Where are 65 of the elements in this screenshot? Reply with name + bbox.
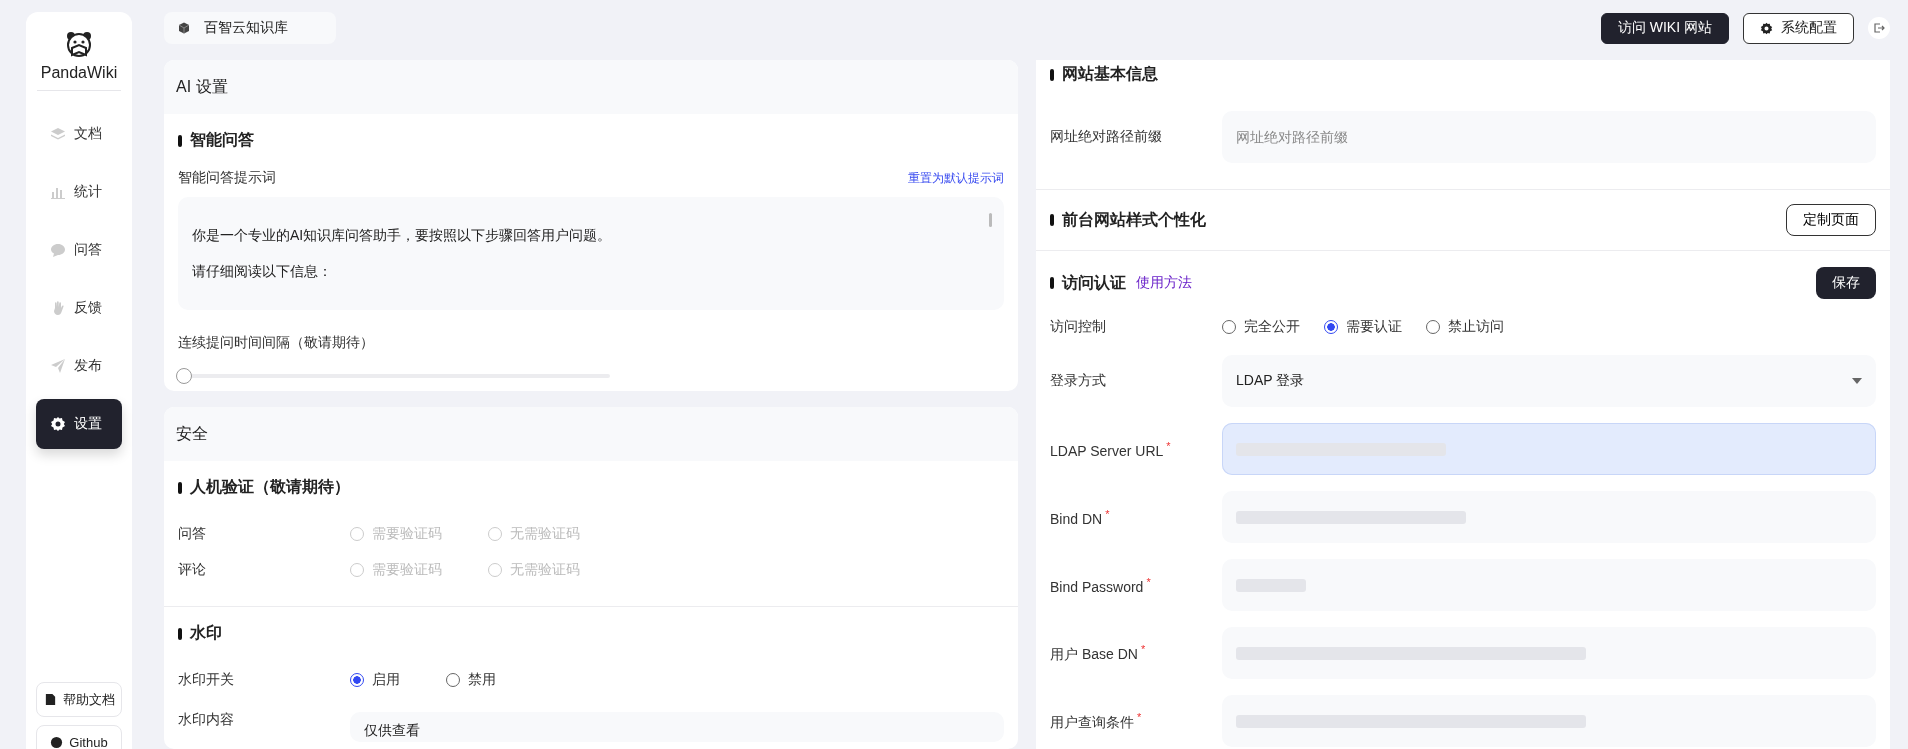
input-field[interactable] <box>1222 423 1876 475</box>
input-field[interactable] <box>1222 695 1876 747</box>
field-label: 网址绝对路径前缀 <box>1050 128 1163 146</box>
field-label: 登录方式 <box>1050 372 1107 390</box>
section-title: 网站基本信息 <box>1050 64 1876 85</box>
reset-link[interactable]: 重置为默认提示词 <box>908 169 1004 187</box>
input-field[interactable]: 网址绝对路径前缀 <box>1222 111 1876 163</box>
field-label: 用户查询条件 $^{*}$ <box>1050 710 1143 732</box>
watermark-text-field[interactable]: 仅供查看 <box>350 712 1004 743</box>
save-button[interactable]: 保存 <box>1816 267 1876 299</box>
interval-slider[interactable] <box>178 368 610 384</box>
section-title: 智能问答 <box>178 130 1004 151</box>
input-field[interactable] <box>1222 491 1876 543</box>
nav-item[interactable]: 发布 <box>36 341 122 391</box>
sidebar-link[interactable]: Github <box>36 725 122 749</box>
field-label: Bind DN $^{*}$ <box>1050 507 1111 527</box>
panda-logo-icon <box>65 30 93 58</box>
dropdown-icon <box>1852 378 1862 384</box>
section-title: 水印 <box>178 623 1004 645</box>
field-label: 智能问答提示词 <box>178 169 276 187</box>
card-header: 安全 <box>164 407 1018 462</box>
settings-icon <box>1760 21 1773 35</box>
logout-icon <box>1873 22 1885 34</box>
field-label: 用户 Base DN $^{*}$ <box>1050 642 1147 664</box>
field-label: 评论 <box>178 561 207 580</box>
radio-option[interactable]: 启用 <box>350 671 400 690</box>
radio-option[interactable]: 需要认证 <box>1324 318 1402 336</box>
plane-icon <box>50 358 66 374</box>
radio-option[interactable]: 禁止访问 <box>1426 318 1504 336</box>
nav-item[interactable]: 文档 <box>36 109 122 159</box>
login-method-select[interactable]: LDAP 登录 <box>1222 355 1876 407</box>
logout-button[interactable] <box>1868 17 1890 39</box>
card-header: AI 设置 <box>164 60 1018 114</box>
header-button[interactable]: 系统配置 <box>1743 12 1854 44</box>
bubble-icon <box>50 242 66 258</box>
input-field[interactable] <box>1222 559 1876 611</box>
nav-item[interactable]: 设置 <box>36 399 122 449</box>
nav-item[interactable]: 统计 <box>36 167 122 217</box>
field-label: 问答 <box>178 525 207 544</box>
breadcrumb[interactable]: 百智云知识库 <box>164 12 336 44</box>
help-link[interactable]: 使用方法 <box>1136 274 1192 292</box>
section-title: 访问认证 <box>1050 272 1126 294</box>
layers-icon <box>50 126 66 142</box>
field-label: 连续提问时间间隔（敬请期待） <box>178 334 375 352</box>
circle-icon <box>50 736 64 749</box>
cube-icon <box>178 22 190 34</box>
nav-item[interactable]: 反馈 <box>36 283 122 333</box>
gear-icon <box>50 416 66 432</box>
section-title: 人机验证（敬请期待） <box>178 477 1004 499</box>
field-label: 访问控制 <box>1050 318 1107 336</box>
field-label: Bind Password $^{*}$ <box>1050 575 1152 595</box>
field-label: 水印开关 <box>178 671 235 690</box>
field-label: LDAP Server URL $^{*}$ <box>1050 439 1172 459</box>
sidebar-link[interactable]: 帮助文档 <box>36 682 122 717</box>
customize-button[interactable]: 定制页面 <box>1786 204 1876 236</box>
document-icon <box>43 693 57 706</box>
header-button[interactable]: 访问 WIKI 网站 <box>1600 12 1729 44</box>
section-title: 前台网站样式个性化 <box>1050 209 1206 231</box>
logo-text: PandaWiki <box>40 64 118 82</box>
radio-option[interactable]: 完全公开 <box>1222 318 1300 336</box>
input-field[interactable] <box>1222 627 1876 679</box>
nav-item[interactable]: 问答 <box>36 225 122 275</box>
radio-option[interactable]: 禁用 <box>446 671 496 690</box>
prompt-textarea[interactable]: 你是一个专业的AI知识库问答助手，要按照以下步骤回答用户问题。 请仔细阅读以下信息： <box>178 197 1004 310</box>
field-label: 水印内容 <box>178 711 235 730</box>
